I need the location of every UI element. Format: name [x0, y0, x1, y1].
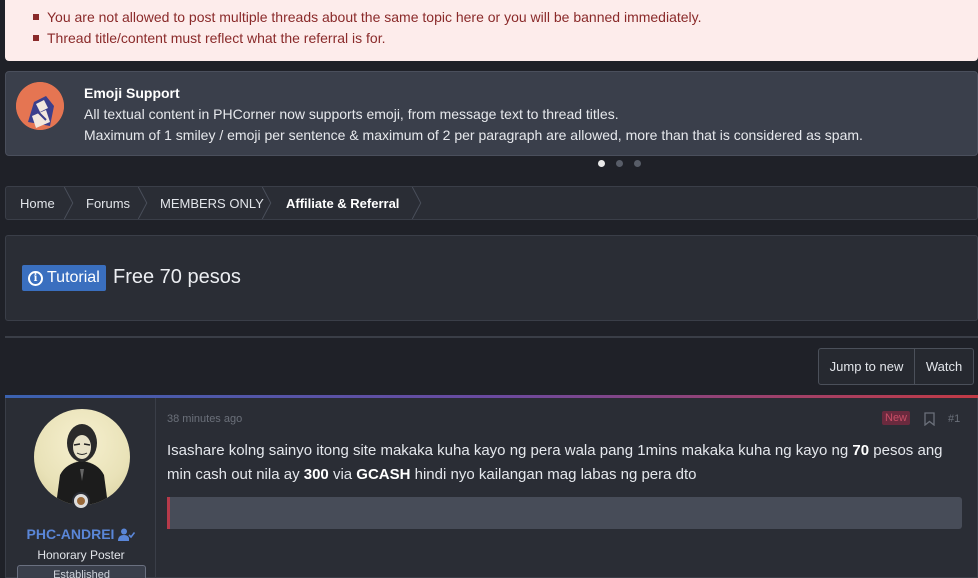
post-number[interactable]: #1 [948, 413, 960, 425]
notice-title: Emoji Support [84, 85, 180, 101]
rules-notice: You are not allowed to post multiple thr… [5, 0, 978, 61]
post-text-bold: 300 [303, 466, 329, 483]
username[interactable]: PHC-ANDREI [6, 526, 156, 542]
chevron-right-icon [411, 187, 422, 219]
post-text: Isashare kolng sainyo itong site makaka … [167, 442, 853, 459]
divider [5, 336, 978, 338]
hidden-content-block[interactable] [167, 497, 962, 529]
breadcrumb: Home Forums MEMBERS ONLY Affiliate & Ref… [5, 186, 978, 220]
new-badge: New [882, 411, 911, 425]
breadcrumb-home[interactable]: Home [6, 187, 74, 219]
watch-button[interactable]: Watch [915, 349, 973, 384]
emoji-support-notice: Emoji Support All textual content in PHC… [5, 71, 978, 156]
post-text: hindi nyo kailangan mag labas ng pera dt… [410, 466, 697, 483]
user-title: Honorary Poster [37, 548, 125, 562]
breadcrumb-members-only[interactable]: MEMBERS ONLY [146, 187, 272, 219]
verified-user-icon [118, 528, 136, 541]
thread-title-panel: i Tutorial Free 70 pesos [5, 235, 978, 321]
breadcrumb-label: Affiliate & Referral [286, 195, 400, 211]
prefix-label: Tutorial [47, 269, 100, 286]
jump-to-new-button[interactable]: Jump to new [819, 349, 915, 384]
breadcrumb-affiliate-referral[interactable]: Affiliate & Referral [270, 187, 422, 219]
notice-avatar [16, 82, 64, 130]
post: PHC-ANDREI Honorary Poster Established 3… [5, 395, 978, 578]
notice-text: Maximum of 1 smiley / emoji per sentence… [84, 127, 863, 143]
bookmark-icon[interactable] [924, 412, 935, 426]
notice-text: All textual content in PHCorner now supp… [84, 106, 619, 122]
carousel-dot[interactable] [598, 160, 605, 167]
notice-carousel-dots [598, 160, 641, 167]
username-label: PHC-ANDREI [26, 526, 115, 542]
breadcrumb-forums[interactable]: Forums [72, 187, 148, 219]
post-user-column: PHC-ANDREI Honorary Poster Established [6, 398, 156, 578]
page-title: Free 70 pesos [113, 266, 241, 288]
thread-actions: Jump to new Watch [818, 348, 974, 385]
carousel-dot[interactable] [616, 160, 623, 167]
breadcrumb-label: Home [20, 195, 55, 211]
breadcrumb-label: MEMBERS ONLY [160, 195, 264, 211]
thread-prefix-badge[interactable]: i Tutorial [22, 265, 106, 291]
post-text-bold: 70 [852, 442, 870, 459]
user-badge-icon [72, 492, 90, 510]
user-banner: Established [17, 565, 146, 578]
post-text-bold: GCASH [356, 466, 411, 483]
carousel-dot[interactable] [634, 160, 641, 167]
avatar[interactable] [34, 409, 130, 505]
breadcrumb-label: Forums [86, 195, 131, 211]
info-icon: i [28, 270, 43, 286]
post-text: via [328, 466, 357, 483]
post-body: Isashare kolng sainyo itong site makaka … [167, 439, 957, 487]
rule-item: You are not allowed to post multiple thr… [33, 7, 978, 28]
rule-item: Thread title/content must reflect what t… [33, 28, 978, 49]
post-timestamp[interactable]: 38 minutes ago [167, 413, 242, 425]
